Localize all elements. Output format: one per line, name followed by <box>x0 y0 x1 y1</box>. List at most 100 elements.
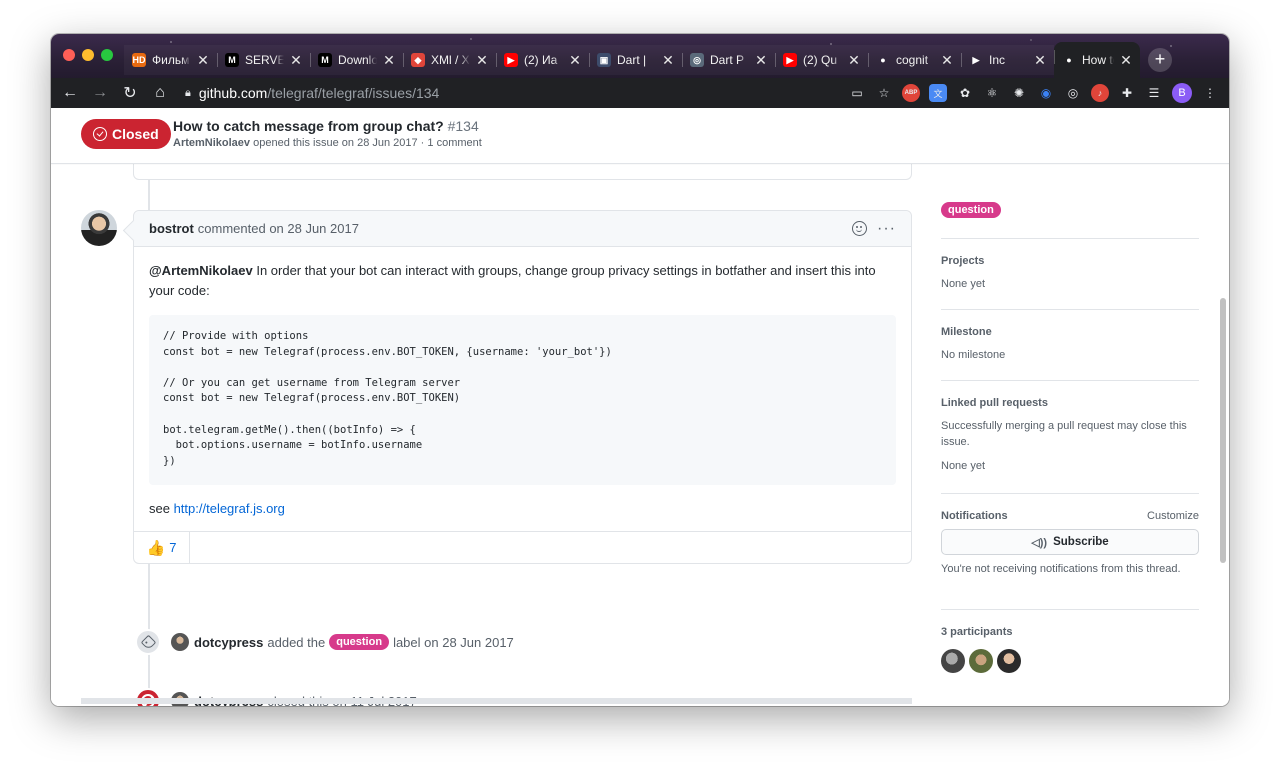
reload-icon[interactable]: ↻ <box>119 82 141 104</box>
music-extension-icon[interactable]: ♪ <box>1091 84 1109 102</box>
maximize-window-button[interactable] <box>101 49 113 61</box>
participant-avatar[interactable] <box>997 649 1021 673</box>
page-scrollbar[interactable] <box>1220 298 1226 563</box>
code-block: // Provide with options const bot = new … <box>149 315 896 485</box>
tab-close-icon[interactable]: ✕ <box>476 52 488 69</box>
dart-icon: ▣ <box>597 53 611 67</box>
tab-close-icon[interactable]: ✕ <box>941 52 953 69</box>
issue-title-text: How to catch message from group chat? <box>173 118 444 134</box>
tab-close-icon[interactable]: ✕ <box>1034 52 1046 69</box>
browser-tab[interactable]: ▶ Inc ✕ <box>961 45 1054 75</box>
comment-header: bostrot commented on 28 Jun 2017 ··· <box>134 211 911 247</box>
add-reaction-icon[interactable] <box>852 221 868 236</box>
more-options-icon[interactable]: ··· <box>877 220 896 236</box>
tab-label: Downlo <box>338 53 377 67</box>
settings-extension-icon[interactable]: ✺ <box>1010 84 1028 102</box>
tab-close-icon[interactable]: ✕ <box>290 52 302 69</box>
reading-list-icon[interactable]: ☰ <box>1145 84 1163 102</box>
tab-close-icon[interactable]: ✕ <box>383 52 395 69</box>
toolbar-actions: ▭ ☆ ABP 文 ✿ ⚛ ✺ ◉ ◎ ♪ ✚ ☰ B ⋮ <box>848 83 1229 103</box>
browser-tab[interactable]: M SERVE ✕ <box>217 45 310 75</box>
address-bar[interactable]: 🔒︎ github.com/telegraf/telegraf/issues/1… <box>179 81 819 105</box>
subscribe-label: Subscribe <box>1053 536 1109 548</box>
new-tab-button[interactable]: + <box>1148 48 1172 72</box>
minimize-window-button[interactable] <box>82 49 94 61</box>
tab-close-icon[interactable]: ✕ <box>662 52 674 69</box>
participants-title: 3 participants <box>941 626 1013 638</box>
tab-label: How to <box>1082 53 1114 67</box>
telegraf-docs-link[interactable]: http://telegraf.js.org <box>174 501 285 516</box>
adblock-icon[interactable]: ABP <box>902 84 920 102</box>
page-content: Closed How to catch message from group c… <box>51 108 1229 706</box>
bookmark-star-icon[interactable]: ☆ <box>875 84 893 102</box>
subscribe-button[interactable]: ◁)) Subscribe <box>941 529 1199 555</box>
youtube-icon: ▶ <box>504 53 518 67</box>
issue-meta: ArtemNikolaev opened this issue on 28 Ju… <box>173 137 482 149</box>
event-actor-link[interactable]: dotcypress <box>194 635 263 650</box>
sidebar-question-label[interactable]: question <box>941 202 1001 218</box>
tab-close-icon[interactable]: ✕ <box>848 52 860 69</box>
browser-tab[interactable]: ◆ XMl / X ✕ <box>403 45 496 75</box>
tab-label: Inc <box>989 53 1006 67</box>
participants-section: 3 participants <box>941 609 1199 689</box>
home-icon[interactable]: ⌂ <box>149 82 171 104</box>
cast-icon[interactable]: ▭ <box>848 84 866 102</box>
browser-tab[interactable]: ▣ Dart | ✕ <box>589 45 682 75</box>
github-icon: ● <box>880 55 886 65</box>
comment-author-link[interactable]: bostrot <box>149 221 194 236</box>
event-badge-tag <box>135 629 161 655</box>
translate-icon[interactable]: 文 <box>929 84 947 102</box>
record-icon[interactable]: ◎ <box>1064 84 1082 102</box>
participant-avatar[interactable] <box>941 649 965 673</box>
tab-close-icon[interactable]: ✕ <box>197 52 209 69</box>
react-devtools-icon[interactable]: ⚛ <box>983 84 1001 102</box>
puzzle-icon[interactable]: ✚ <box>1118 84 1136 102</box>
issue-author-link[interactable]: ArtemNikolaev <box>173 137 250 149</box>
browser-tab[interactable]: ▶ (2) Иа ✕ <box>496 45 589 75</box>
profile-avatar[interactable]: B <box>1172 83 1192 103</box>
actor-avatar[interactable] <box>171 633 189 651</box>
browser-tab[interactable]: HD Фильм ✕ <box>124 45 217 75</box>
back-icon[interactable]: ← <box>59 82 81 104</box>
thumbs-up-reaction[interactable]: 👍 7 <box>134 532 190 563</box>
browser-tab[interactable]: ◎ Dart P ✕ <box>682 45 775 75</box>
tab-close-icon[interactable]: ✕ <box>755 52 767 69</box>
milestone-title[interactable]: Milestone <box>941 326 1199 338</box>
thumbs-up-icon: 👍 <box>146 539 166 557</box>
comment-actions: ··· <box>852 220 896 236</box>
user-mention-link[interactable]: @ArtemNikolaev <box>149 263 253 278</box>
browser-tab[interactable]: ▶ (2) Qu ✕ <box>775 45 868 75</box>
menu-kebab-icon[interactable]: ⋮ <box>1201 84 1219 102</box>
tab-label: (2) Иа <box>524 53 558 67</box>
url-host: github.com <box>198 85 268 101</box>
window-controls <box>63 49 113 61</box>
tab-close-icon[interactable]: ✕ <box>569 52 581 69</box>
linked-prs-description: Successfully merging a pull request may … <box>941 420 1187 448</box>
play-icon: ▶ <box>972 54 980 65</box>
tab-label: Фильм <box>152 53 190 67</box>
tabs: HD Фильм ✕ M SERVE ✕ M Downlo ✕ ◆ XMl / X ✕ ▶ (2) Иа ✕… <box>124 42 1172 78</box>
issue-meta-text: opened this issue on 28 Jun 2017 · 1 com… <box>253 137 482 149</box>
browser-tab[interactable]: ● cognit ✕ <box>868 45 961 75</box>
issue-state-text: Closed <box>112 126 159 142</box>
customize-link[interactable]: Customize <box>1147 510 1199 522</box>
question-label[interactable]: question <box>329 634 390 650</box>
projects-section: Projects None yet <box>941 238 1199 308</box>
close-window-button[interactable] <box>63 49 75 61</box>
speaker-icon: ◁)) <box>1031 536 1048 549</box>
comment-timestamp[interactable]: commented on 28 Jun 2017 <box>198 221 359 236</box>
commenter-avatar[interactable] <box>81 210 117 246</box>
label-event: dotcypress added the question label on 2… <box>135 629 514 655</box>
browser-tab[interactable]: ● How to ✕ <box>1054 42 1140 78</box>
forward-icon[interactable]: → <box>89 82 111 104</box>
tab-close-icon[interactable]: ✕ <box>1120 52 1132 69</box>
medium-icon: M <box>225 53 239 67</box>
event-text: added the <box>267 634 326 650</box>
extension-shield-icon[interactable]: ◉ <box>1037 84 1055 102</box>
projects-title[interactable]: Projects <box>941 255 1199 267</box>
participant-avatar[interactable] <box>969 649 993 673</box>
issue-title: How to catch message from group chat? #1… <box>173 118 479 134</box>
browser-tab[interactable]: M Downlo ✕ <box>310 45 403 75</box>
comment-body: @ArtemNikolaev In order that your bot ca… <box>134 247 911 519</box>
extension-openai-icon[interactable]: ✿ <box>956 84 974 102</box>
